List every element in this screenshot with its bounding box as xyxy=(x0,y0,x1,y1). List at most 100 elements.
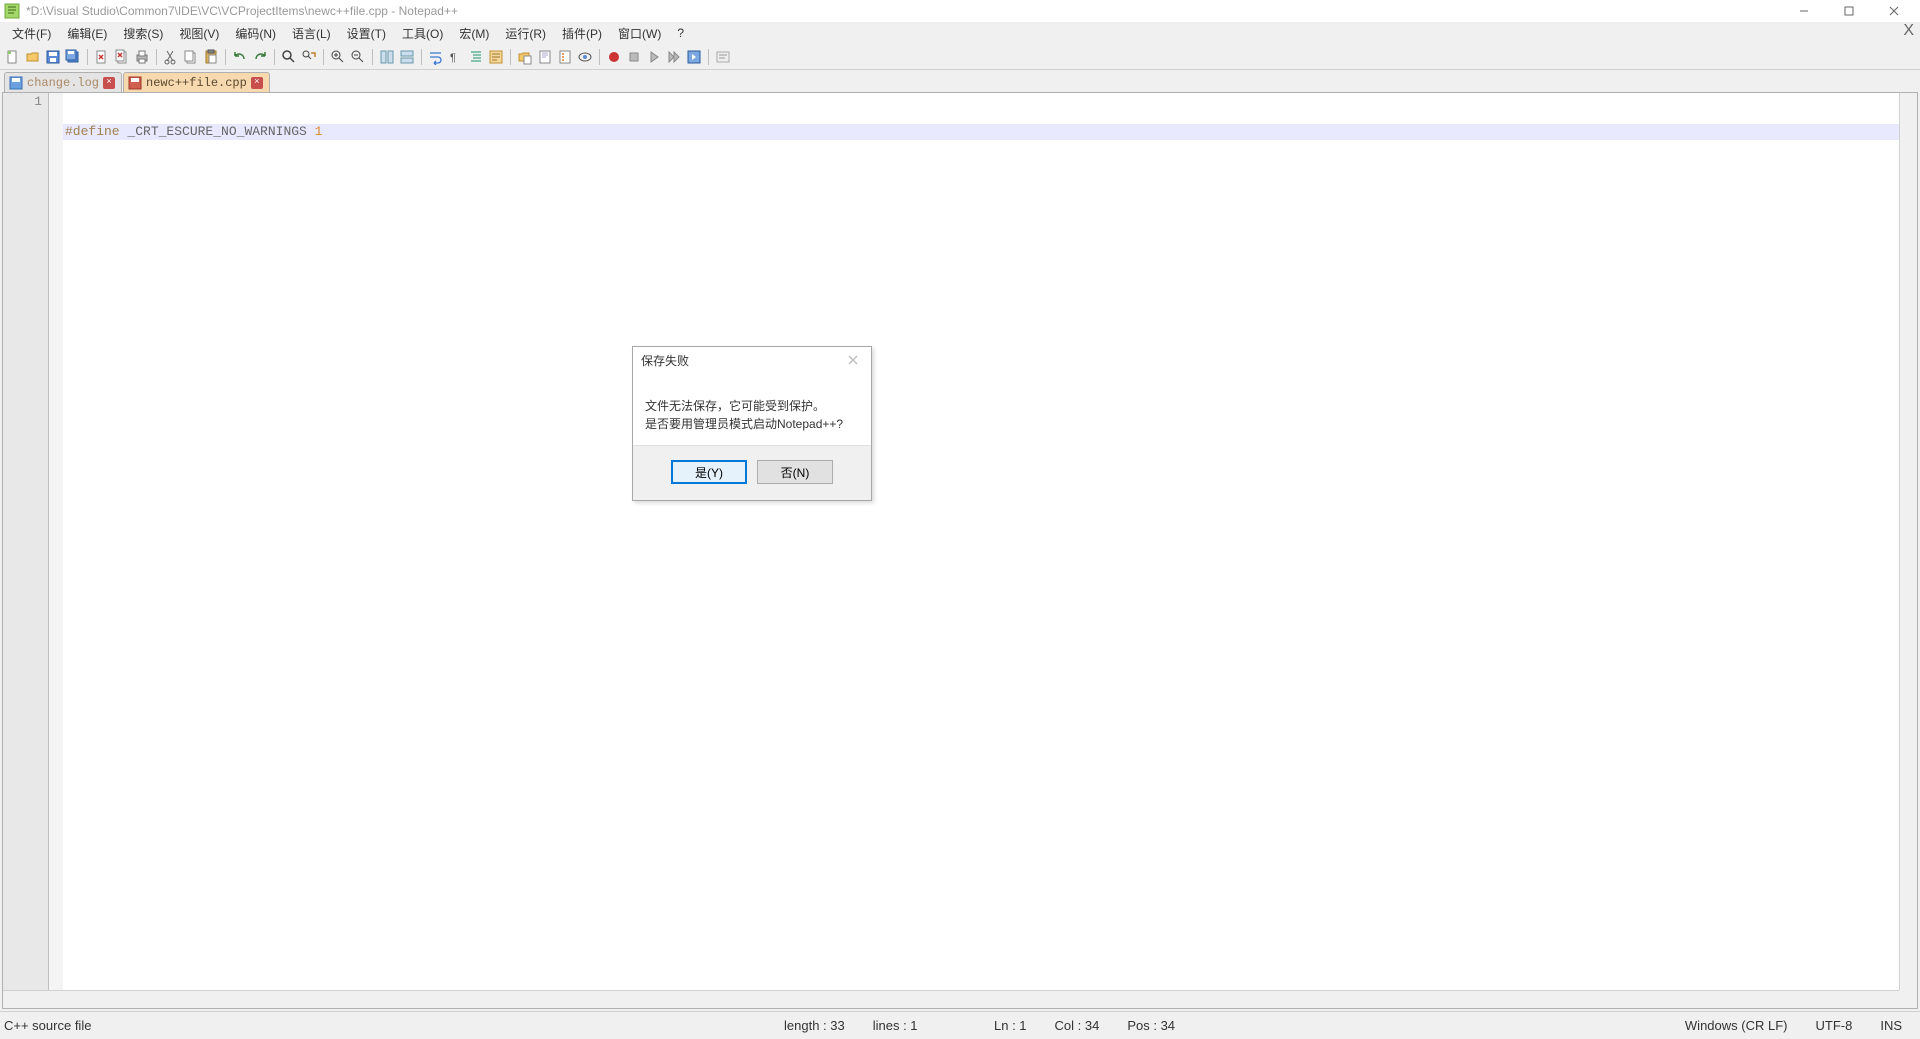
tab-label: newc++file.cpp xyxy=(146,76,247,90)
status-line-number: Ln : 1 xyxy=(980,1018,1041,1033)
file-dirty-icon xyxy=(9,76,23,90)
doc-map-icon[interactable] xyxy=(536,48,554,66)
sync-h-scroll-icon[interactable] xyxy=(398,48,416,66)
save-icon[interactable] xyxy=(44,48,62,66)
fold-column xyxy=(49,93,63,1008)
menu-tools[interactable]: 工具(O) xyxy=(394,23,451,44)
dialog-button-row: 是(Y) 否(N) xyxy=(633,445,871,500)
code-area[interactable]: #define _CRT_ESCURE_NO_WARNINGS 1 xyxy=(63,93,1899,990)
menu-file[interactable]: 文件(F) xyxy=(4,23,59,44)
zoom-in-icon[interactable] xyxy=(329,48,347,66)
toolbar-separator xyxy=(510,49,511,65)
sync-v-scroll-icon[interactable] xyxy=(378,48,396,66)
close-all-icon[interactable] xyxy=(113,48,131,66)
editor: 1 #define _CRT_ESCURE_NO_WARNINGS 1 xyxy=(2,92,1918,1009)
menu-run[interactable]: 运行(R) xyxy=(497,23,554,44)
toolbar-separator xyxy=(599,49,600,65)
status-position: Pos : 34 xyxy=(1113,1018,1189,1033)
vertical-scrollbar[interactable] xyxy=(1899,93,1917,990)
code-line: #define _CRT_ESCURE_NO_WARNINGS 1 xyxy=(63,124,1899,140)
minimize-button[interactable] xyxy=(1781,0,1826,22)
menu-language[interactable]: 语言(L) xyxy=(284,23,339,44)
file-dirty-icon xyxy=(128,76,142,90)
maximize-button[interactable] xyxy=(1826,0,1871,22)
status-column: Col : 34 xyxy=(1041,1018,1114,1033)
horizontal-scrollbar[interactable] xyxy=(3,990,1899,1008)
menu-window[interactable]: 窗口(W) xyxy=(610,23,669,44)
menu-encoding[interactable]: 编码(N) xyxy=(227,23,284,44)
status-insert-mode[interactable]: INS xyxy=(1866,1018,1916,1033)
zoom-out-icon[interactable] xyxy=(349,48,367,66)
tab-change-log[interactable]: change.log × xyxy=(4,72,122,92)
window-close-button[interactable] xyxy=(1871,0,1916,22)
copy-icon[interactable] xyxy=(182,48,200,66)
menu-search[interactable]: 搜索(S) xyxy=(115,23,171,44)
macro-play-multi-icon[interactable] xyxy=(665,48,683,66)
save-failed-dialog: 保存失败 文件无法保存，它可能受到保护。 是否要用管理员模式启动Notepad+… xyxy=(632,346,872,501)
redo-icon[interactable] xyxy=(251,48,269,66)
dialog-message-line1: 文件无法保存，它可能受到保护。 xyxy=(645,397,859,415)
window-title: *D:\Visual Studio\Common7\IDE\VC\VCProje… xyxy=(26,4,1781,18)
toolbar-separator xyxy=(708,49,709,65)
toolbar-separator xyxy=(274,49,275,65)
find-icon[interactable] xyxy=(280,48,298,66)
menu-settings[interactable]: 设置(T) xyxy=(339,23,394,44)
status-bar: C++ source file length : 33 lines : 1 Ln… xyxy=(0,1011,1920,1039)
tab-label: change.log xyxy=(27,76,99,90)
dialog-yes-button[interactable]: 是(Y) xyxy=(671,460,747,484)
spellcheck-icon[interactable] xyxy=(714,48,732,66)
button-label: 是(Y) xyxy=(695,464,723,481)
cut-icon[interactable] xyxy=(162,48,180,66)
title-bar: *D:\Visual Studio\Common7\IDE\VC\VCProje… xyxy=(0,0,1920,22)
dialog-body: 文件无法保存，它可能受到保护。 是否要用管理员模式启动Notepad++? xyxy=(633,373,871,445)
toolbar: ¶ xyxy=(0,44,1920,70)
dialog-close-icon[interactable] xyxy=(843,351,863,369)
tab-close-icon[interactable]: × xyxy=(251,77,263,89)
dialog-title-bar[interactable]: 保存失败 xyxy=(633,347,871,373)
macro-save-icon[interactable] xyxy=(685,48,703,66)
menu-edit[interactable]: 编辑(E) xyxy=(59,23,115,44)
toolbar-separator xyxy=(156,49,157,65)
toolbar-separator xyxy=(87,49,88,65)
line-number: 1 xyxy=(3,94,42,109)
function-list-icon[interactable] xyxy=(556,48,574,66)
scroll-corner xyxy=(1899,990,1917,1008)
status-eol[interactable]: Windows (CR LF) xyxy=(1671,1018,1802,1033)
status-length: length : 33 xyxy=(770,1018,859,1033)
token-number: 1 xyxy=(315,124,323,139)
dialog-no-button[interactable]: 否(N) xyxy=(757,460,833,484)
token-define: #define xyxy=(65,124,120,139)
save-all-icon[interactable] xyxy=(64,48,82,66)
tab-newcpp-file[interactable]: newc++file.cpp × xyxy=(123,72,270,92)
menu-plugins[interactable]: 插件(P) xyxy=(554,23,610,44)
open-file-icon[interactable] xyxy=(24,48,42,66)
macro-record-icon[interactable] xyxy=(605,48,623,66)
button-label: 否(N) xyxy=(781,464,810,481)
undo-icon[interactable] xyxy=(231,48,249,66)
app-icon xyxy=(4,3,20,19)
file-monitor-icon[interactable] xyxy=(576,48,594,66)
svg-text:¶: ¶ xyxy=(450,52,456,64)
menu-macro[interactable]: 宏(M) xyxy=(451,23,497,44)
status-encoding[interactable]: UTF-8 xyxy=(1801,1018,1866,1033)
tab-close-icon[interactable]: × xyxy=(103,77,115,89)
word-wrap-icon[interactable] xyxy=(427,48,445,66)
indent-guide-icon[interactable] xyxy=(467,48,485,66)
new-file-icon[interactable] xyxy=(4,48,22,66)
show-all-chars-icon[interactable]: ¶ xyxy=(447,48,465,66)
menu-view[interactable]: 视图(V) xyxy=(171,23,227,44)
folder-as-workspace-icon[interactable] xyxy=(516,48,534,66)
user-lang-icon[interactable] xyxy=(487,48,505,66)
dialog-message-line2: 是否要用管理员模式启动Notepad++? xyxy=(645,415,859,433)
menu-help[interactable]: ? xyxy=(669,24,692,42)
paste-icon[interactable] xyxy=(202,48,220,66)
replace-icon[interactable] xyxy=(300,48,318,66)
tab-bar: change.log × newc++file.cpp × xyxy=(0,70,1920,92)
token-identifier: _CRT_ESCURE_NO_WARNINGS xyxy=(127,124,306,139)
toolbar-separator xyxy=(225,49,226,65)
print-icon[interactable] xyxy=(133,48,151,66)
secondary-close-button[interactable]: X xyxy=(1903,22,1914,40)
macro-play-icon[interactable] xyxy=(645,48,663,66)
macro-stop-icon[interactable] xyxy=(625,48,643,66)
close-file-icon[interactable] xyxy=(93,48,111,66)
